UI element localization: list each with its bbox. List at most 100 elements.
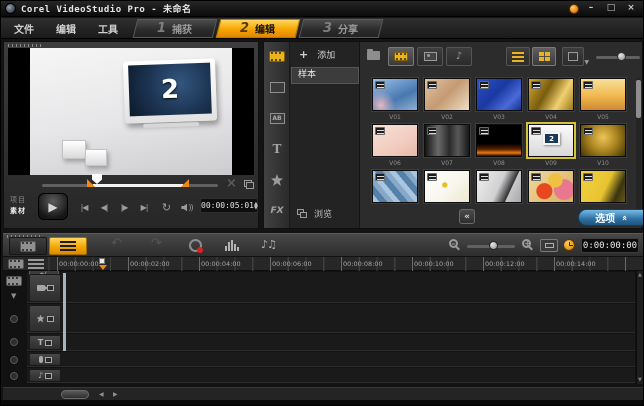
- fit-project-to-window-button[interactable]: [540, 239, 558, 252]
- media-thumbnail-v05[interactable]: [580, 78, 626, 111]
- auto-music-icon[interactable]: ♪♫: [261, 238, 276, 251]
- storyboard-view-button[interactable]: [9, 237, 47, 255]
- filter-gallery-icon[interactable]: FX: [264, 201, 290, 221]
- hscroll-thumb[interactable]: [61, 390, 89, 399]
- import-folder-icon[interactable]: [367, 51, 380, 60]
- voice-track-button[interactable]: [29, 353, 61, 366]
- step-tab-1[interactable]: 2编辑: [216, 19, 301, 38]
- title-track-button[interactable]: T: [29, 335, 61, 350]
- media-thumbnail-v06[interactable]: [372, 124, 418, 157]
- enlarge-preview-icon[interactable]: [244, 180, 254, 189]
- browse-button[interactable]: 浏览: [290, 205, 360, 221]
- add-folder-button[interactable]: + 添加: [290, 46, 360, 62]
- voice-track-row[interactable]: [27, 352, 635, 367]
- title-track-row[interactable]: [27, 334, 635, 351]
- track-manager-icon[interactable]: [8, 259, 24, 269]
- music-track-button[interactable]: ♪: [29, 369, 61, 382]
- video-track-button[interactable]: [29, 274, 61, 302]
- media-thumbnail-v07[interactable]: [424, 124, 470, 157]
- menu-item-0[interactable]: 文件: [3, 21, 45, 36]
- next-frame-button[interactable]: |▶: [114, 200, 134, 215]
- redo-icon[interactable]: ↷: [151, 236, 162, 251]
- options-button[interactable]: 选项 «: [578, 209, 644, 226]
- gallery-scrollbar[interactable]: [636, 78, 641, 226]
- track-enable-toggle[interactable]: [10, 315, 18, 323]
- menu-item-1[interactable]: 编辑: [45, 21, 87, 36]
- media-thumbnail-v08[interactable]: [476, 124, 522, 157]
- media-thumbnail[interactable]: [372, 170, 418, 203]
- project-duration-icon[interactable]: [563, 239, 575, 251]
- media-thumbnail[interactable]: [580, 170, 626, 203]
- play-button[interactable]: ▶: [38, 193, 68, 220]
- video-track-row[interactable]: [27, 272, 635, 303]
- gallery-toolbar: ♪ ▼: [360, 44, 644, 68]
- graphic-gallery-icon[interactable]: [264, 170, 290, 190]
- media-thumbnail-v01[interactable]: [372, 78, 418, 111]
- playhead-marker[interactable]: [99, 258, 107, 270]
- media-thumbnail[interactable]: [476, 170, 522, 203]
- close-button[interactable]: ×: [623, 3, 639, 14]
- track-ripple-icon[interactable]: [6, 276, 22, 286]
- media-thumbnail-v03[interactable]: [476, 78, 522, 111]
- media-thumbnail[interactable]: [528, 170, 574, 203]
- volume-icon[interactable]: )): [177, 200, 197, 215]
- thumbnail-view-button[interactable]: [532, 47, 556, 66]
- step-tab-2[interactable]: 3分享: [299, 19, 384, 38]
- instant-project-icon[interactable]: [264, 77, 290, 97]
- media-thumbnail-v04[interactable]: [528, 78, 574, 111]
- split-clip-icon[interactable]: ×: [226, 176, 237, 191]
- tracks-vertical-scrollbar[interactable]: ▲▼: [636, 271, 643, 384]
- media-gallery-icon[interactable]: [264, 46, 290, 66]
- thumbnail-label: V09: [528, 160, 574, 167]
- thumbnail-size-knob[interactable]: [617, 52, 626, 61]
- zoom-in-icon[interactable]: +: [522, 239, 531, 248]
- title-gallery-icon[interactable]: T: [264, 139, 290, 159]
- record-capture-icon[interactable]: [189, 239, 202, 252]
- transition-gallery-icon[interactable]: AB: [264, 108, 290, 128]
- scroll-left-icon[interactable]: ◀: [99, 391, 104, 398]
- overlay-track-row[interactable]: [27, 304, 635, 333]
- sort-button[interactable]: ▼: [562, 47, 584, 66]
- previous-frame-button[interactable]: ◀|: [94, 200, 114, 215]
- filter-photo-button[interactable]: [417, 47, 443, 66]
- media-thumbnail-v09[interactable]: 2: [528, 124, 574, 157]
- sound-mixer-icon[interactable]: [225, 240, 239, 251]
- track-enable-toggle[interactable]: [10, 338, 18, 346]
- menu-item-2[interactable]: 工具: [87, 21, 129, 36]
- media-thumbnail-v02[interactable]: [424, 78, 470, 111]
- clip-mode-label[interactable]: 素材: [10, 206, 26, 216]
- timeline-timecode[interactable]: 0:00:00:00: [581, 238, 639, 253]
- timeline-zoom-knob[interactable]: [489, 241, 498, 250]
- track-enable-toggle[interactable]: [10, 356, 18, 364]
- chevron-down-icon[interactable]: ▼: [11, 292, 16, 300]
- trim-out-marker[interactable]: [181, 179, 189, 187]
- collapse-library-button[interactable]: «: [459, 209, 475, 224]
- update-notification-icon[interactable]: [569, 4, 579, 14]
- filter-video-button[interactable]: [388, 47, 414, 66]
- track-enable-toggle[interactable]: [10, 372, 18, 380]
- preview-timecode[interactable]: 00:00:05:01 ▲▼: [200, 198, 258, 213]
- go-to-end-button[interactable]: ▶|: [134, 200, 154, 215]
- category-item-selected[interactable]: 样本: [291, 67, 359, 84]
- media-thumbnail[interactable]: [424, 170, 470, 203]
- overlay-track-button[interactable]: [29, 305, 61, 332]
- timeline-ruler[interactable]: 00:00:00:0000:00:02:0000:00:04:0000:00:0…: [47, 257, 641, 271]
- zoom-out-icon[interactable]: –: [449, 239, 458, 248]
- scrub-handle[interactable]: [92, 174, 102, 184]
- track-list-icon[interactable]: [28, 259, 44, 269]
- go-to-start-button[interactable]: |◀: [74, 200, 94, 215]
- media-thumbnail-v10[interactable]: [580, 124, 626, 157]
- timeline-view-button[interactable]: [49, 237, 87, 255]
- filter-audio-button[interactable]: ♪: [446, 47, 472, 66]
- music-track-row[interactable]: [27, 368, 635, 383]
- list-view-button[interactable]: [506, 47, 530, 66]
- timecode-spinner[interactable]: ▲▼: [254, 202, 259, 210]
- scroll-right-icon[interactable]: ▶: [113, 391, 118, 398]
- maximize-button[interactable]: □: [603, 3, 619, 14]
- minimize-button[interactable]: –: [583, 3, 599, 14]
- repeat-button[interactable]: ↻: [156, 200, 176, 215]
- preview-video-frame: 2: [30, 48, 232, 175]
- undo-icon[interactable]: ↶: [111, 236, 122, 251]
- project-mode-label[interactable]: 项目: [10, 195, 26, 205]
- step-tab-0[interactable]: 1捕获: [133, 19, 218, 38]
